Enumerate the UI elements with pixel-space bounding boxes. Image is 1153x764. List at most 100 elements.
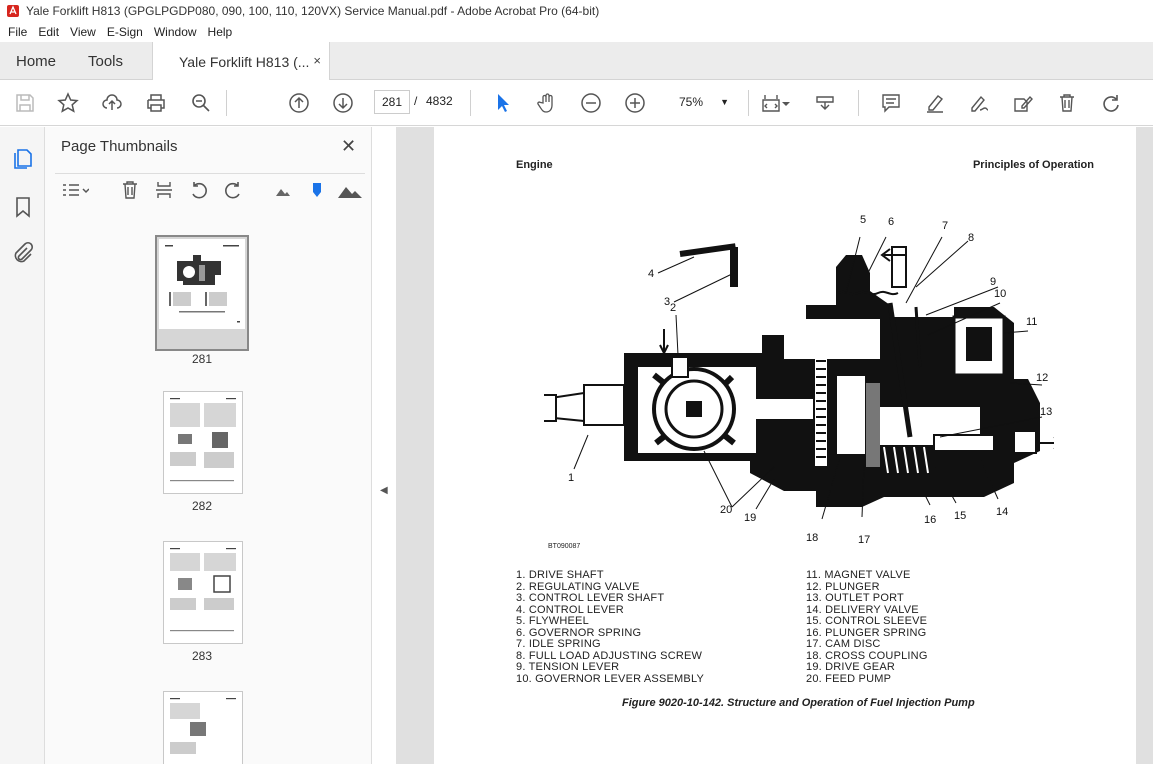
zoom-in-icon[interactable] bbox=[622, 90, 648, 116]
window-titlebar: Yale Forklift H813 (GPGLPGDP080, 090, 10… bbox=[0, 0, 1153, 22]
tab-close-icon[interactable]: × bbox=[313, 53, 321, 68]
bookmark-icon[interactable] bbox=[11, 195, 35, 219]
legend-item: 20. FEED PUMP bbox=[806, 672, 892, 685]
large-thumbnail-icon[interactable] bbox=[337, 180, 363, 200]
page-number-input[interactable]: 281 bbox=[374, 90, 410, 114]
thumbnail-size-slider-icon[interactable] bbox=[307, 180, 327, 200]
toolbar-divider bbox=[470, 90, 471, 116]
tab-tools[interactable]: Tools bbox=[88, 42, 123, 80]
bookmark-star-icon[interactable] bbox=[55, 90, 81, 116]
zoom-value: 75% bbox=[679, 95, 704, 109]
callout-14: 14 bbox=[996, 506, 1008, 518]
thumbnail-label: 281 bbox=[191, 352, 213, 366]
callout-6: 6 bbox=[888, 216, 894, 228]
shaft-housing bbox=[583, 384, 625, 426]
menu-file[interactable]: File bbox=[4, 25, 31, 39]
select-cursor-icon[interactable] bbox=[490, 90, 516, 116]
thumbnail-preview bbox=[170, 398, 236, 482]
callout-7: 7 bbox=[942, 220, 948, 232]
close-icon[interactable]: ✕ bbox=[341, 136, 356, 157]
callout-16: 16 bbox=[924, 514, 936, 526]
callout-9: 9 bbox=[990, 276, 996, 288]
legend-right: 11. MAGNET VALVE 12. PLUNGER 13. OUTLET … bbox=[806, 569, 928, 685]
legend-item: 1. DRIVE SHAFT bbox=[516, 569, 604, 581]
callout-20: 20 bbox=[720, 504, 732, 516]
page-thumbnails-icon[interactable] bbox=[11, 147, 35, 171]
callout-19: 19 bbox=[744, 512, 756, 524]
delete-icon[interactable] bbox=[1054, 90, 1080, 116]
thumbnail-page-283[interactable] bbox=[163, 541, 243, 644]
delivery-valve bbox=[1013, 430, 1037, 454]
redo-icon[interactable] bbox=[1098, 90, 1124, 116]
thumbnail-preview bbox=[170, 548, 236, 632]
options-menu-icon[interactable] bbox=[61, 180, 89, 200]
document-viewer[interactable]: Engine Principles of Operation 1 2 3 4 5… bbox=[396, 127, 1153, 764]
save-icon[interactable] bbox=[12, 90, 38, 116]
plunger bbox=[933, 434, 995, 452]
legend-item: 9. TENSION LEVER bbox=[516, 661, 620, 673]
pdf-page: Engine Principles of Operation 1 2 3 4 5… bbox=[434, 127, 1136, 764]
tab-document-label: Yale Forklift H813 (... bbox=[179, 53, 310, 70]
drive-shaft-passage bbox=[756, 399, 816, 419]
tab-document[interactable]: Yale Forklift H813 (... × bbox=[152, 42, 330, 81]
comment-icon[interactable] bbox=[878, 90, 904, 116]
menu-edit[interactable]: Edit bbox=[34, 25, 63, 39]
panel-collapse-handle[interactable]: ◀ bbox=[372, 127, 396, 764]
page-down-icon[interactable] bbox=[330, 90, 356, 116]
toolbar-divider bbox=[858, 90, 859, 116]
thumbnail-page-281[interactable] bbox=[155, 235, 249, 351]
attachment-icon[interactable] bbox=[11, 241, 35, 265]
legend-item: 17. CAM DISC bbox=[806, 638, 881, 650]
regulating-valve bbox=[671, 356, 689, 378]
thumbnail-page-284[interactable] bbox=[163, 691, 243, 764]
menu-window[interactable]: Window bbox=[150, 25, 201, 39]
menu-help[interactable]: Help bbox=[204, 25, 237, 39]
thumbnail-page-282[interactable] bbox=[163, 391, 243, 494]
inlet-arrow bbox=[659, 329, 669, 356]
thumbnail-list: 281 282 283 bbox=[45, 223, 353, 764]
thumbnails-panel: Page Thumbnails ✕ 281 282 283 bbox=[45, 127, 414, 764]
thumbnail-label: 283 bbox=[191, 649, 213, 663]
fill-sign-icon[interactable] bbox=[1010, 90, 1036, 116]
thumbnail-preview bbox=[159, 239, 245, 329]
extract-page-icon[interactable] bbox=[154, 180, 174, 200]
legend-item: 5. FLYWHEEL bbox=[516, 615, 589, 627]
menu-esign[interactable]: E-Sign bbox=[103, 25, 147, 39]
legend-item: 15. CONTROL SLEEVE bbox=[806, 615, 928, 627]
callout-11: 11 bbox=[1026, 316, 1037, 328]
page-up-icon[interactable] bbox=[286, 90, 312, 116]
callout-5: 5 bbox=[860, 214, 866, 226]
callout-1: 1 bbox=[568, 472, 574, 484]
rotate-right-icon[interactable] bbox=[223, 180, 243, 200]
callout-13: 13 bbox=[1040, 406, 1052, 418]
outlet-arrow bbox=[1040, 437, 1054, 449]
rotate-left-icon[interactable] bbox=[189, 180, 209, 200]
highlight-pen-icon[interactable] bbox=[922, 90, 948, 116]
zoom-out-icon[interactable] bbox=[578, 90, 604, 116]
hand-tool-icon[interactable] bbox=[534, 90, 560, 116]
zoom-select[interactable]: 75% ▼ bbox=[669, 90, 737, 114]
scroll-mode-icon[interactable] bbox=[812, 90, 838, 116]
chevron-down-icon[interactable] bbox=[780, 90, 792, 116]
draw-sign-icon[interactable] bbox=[966, 90, 992, 116]
governor-chamber bbox=[784, 319, 880, 359]
callout-4: 4 bbox=[648, 268, 654, 280]
delete-page-icon[interactable] bbox=[120, 180, 140, 200]
page-separator: / bbox=[414, 94, 418, 108]
window-title: Yale Forklift H813 (GPGLPGDP080, 090, 10… bbox=[26, 4, 600, 18]
menu-bar: File Edit View E-Sign Window Help bbox=[0, 22, 1153, 42]
small-thumbnail-icon[interactable] bbox=[273, 180, 293, 200]
rotor-hub bbox=[686, 401, 702, 417]
print-icon[interactable] bbox=[143, 90, 169, 116]
magnet-valve-core bbox=[966, 327, 992, 361]
menu-view[interactable]: View bbox=[66, 25, 100, 39]
callout-12: 12 bbox=[1036, 372, 1048, 384]
legend-item: 13. OUTLET PORT bbox=[806, 592, 904, 604]
tab-home[interactable]: Home bbox=[16, 42, 56, 80]
main-toolbar bbox=[0, 80, 1153, 126]
left-rail bbox=[0, 127, 45, 764]
share-upload-icon[interactable] bbox=[99, 90, 125, 116]
page-header-left: Engine bbox=[516, 159, 553, 171]
legend-item: 7. IDLE SPRING bbox=[516, 638, 601, 650]
zoom-search-icon[interactable] bbox=[188, 90, 214, 116]
